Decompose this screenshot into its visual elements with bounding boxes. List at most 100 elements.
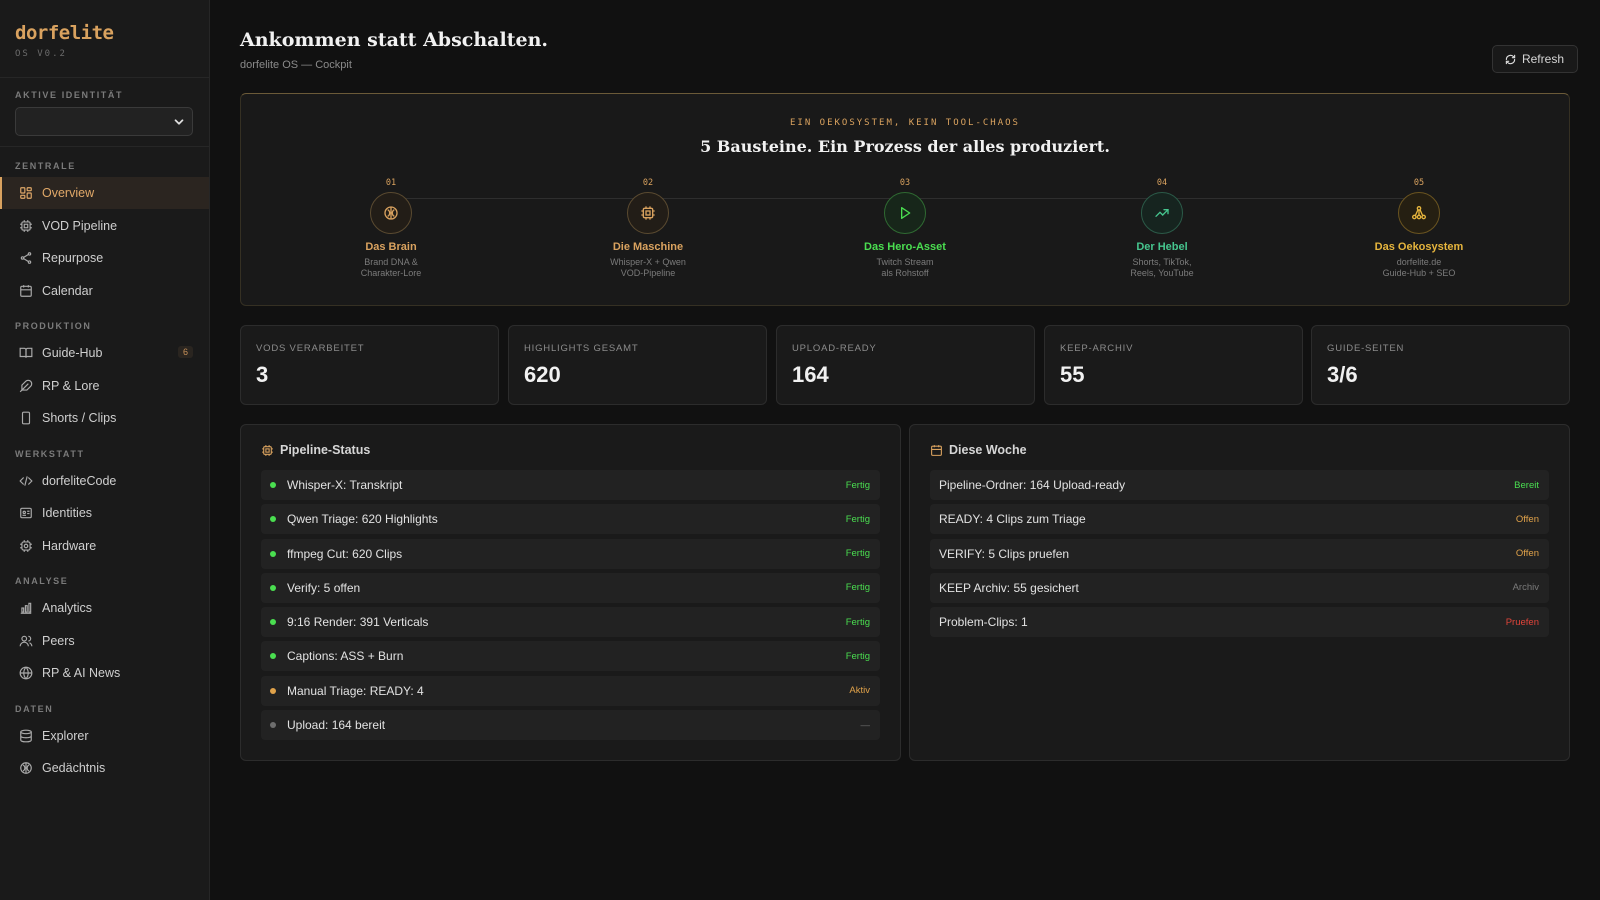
list-item-label: Problem-Clips: 1 (939, 615, 1028, 630)
trend-up-icon (1155, 209, 1169, 217)
list-item-label: KEEP Archiv: 55 gesichert (939, 580, 1079, 595)
grid-icon (20, 187, 32, 199)
status-badge: Archiv (1512, 582, 1539, 594)
list-item-label: Qwen Triage: 620 Highlights (287, 512, 438, 527)
share-icon (20, 252, 32, 264)
list-item: Pipeline-Ordner: 164 Upload-ready Bereit (930, 470, 1549, 500)
hero-step-brain: 01 Das Brain Brand DNA & Charakter-Lore (301, 178, 481, 279)
sidebar-item-shorts-clips[interactable]: Shorts / Clips (0, 402, 209, 434)
main-content: Ankommen statt Abschalten. dorfelite OS … (210, 0, 1600, 900)
stat-label: HIGHLIGHTS GESAMT (524, 343, 639, 354)
chevron-down-icon (174, 119, 184, 125)
pipeline-rows: Whisper-X: Transkript Fertig Qwen Triage: … (261, 470, 880, 744)
book-icon (19, 347, 33, 358)
sidebar-item-guide-hub[interactable]: Guide-Hub 6 (0, 337, 209, 369)
nav-section-zentrale: ZENTRALE Overview VOD Pipeline Repurpose… (0, 147, 209, 307)
week-rows: Pipeline-Ordner: 164 Upload-ready Bereit R… (930, 470, 1549, 641)
sidebar-item-vod-pipeline[interactable]: VOD Pipeline (0, 210, 209, 242)
stat-card-upload-ready: UPLOAD-READY 164 (776, 325, 1035, 405)
stat-value: 3/6 (1327, 362, 1358, 387)
list-item: KEEP Archiv: 55 gesichert Archiv (930, 572, 1549, 603)
bar-chart-icon (20, 602, 32, 614)
list-item: Problem-Clips: 1 Pruefen (930, 607, 1549, 638)
step-circle (884, 192, 926, 234)
step-desc: Shorts, TikTok, Reels, YouTube (1130, 257, 1194, 278)
diese-woche-panel: Diese Woche Pipeline-Ordner: 164 Upload-… (909, 424, 1570, 761)
sidebar-item-peers[interactable]: Peers (0, 625, 209, 657)
sidebar-item-repurpose[interactable]: Repurpose (0, 242, 209, 274)
nav-section-label: ANALYSE (15, 576, 69, 586)
sidebar-item-label: Gedächtnis (42, 761, 106, 775)
sidebar-item-analytics[interactable]: Analytics (0, 592, 209, 624)
sidebar-item-overview[interactable]: Overview (0, 177, 209, 209)
calendar-icon (931, 444, 942, 456)
sidebar-item-hardware[interactable]: Hardware (0, 530, 209, 562)
list-item: Upload: 164 bereit — (261, 710, 880, 741)
brand-name: dorfelite (15, 22, 114, 44)
database-icon (20, 729, 32, 742)
stat-card-keep-archiv: KEEP-ARCHIV 55 (1044, 325, 1303, 405)
sidebar-item-rp-ai-news[interactable]: RP & AI News (0, 657, 209, 689)
sidebar-item-label: RP & AI News (42, 666, 121, 680)
play-icon (901, 207, 911, 219)
step-number: 01 (385, 178, 397, 188)
step-name: Der Hebel (1136, 241, 1188, 253)
sidebar-item-calendar[interactable]: Calendar (0, 275, 209, 307)
brain-icon (20, 762, 32, 774)
sidebar-item-label: dorfeliteCode (42, 473, 117, 488)
nav-section-label: WERKSTATT (15, 448, 85, 459)
code-icon (19, 475, 33, 486)
list-item-label: VERIFY: 5 Clips pruefen (939, 546, 1070, 561)
list-item: Verify: 5 offen Fertig (261, 572, 880, 603)
list-item: 9:16 Render: 391 Verticals Fertig (261, 607, 880, 638)
brand-version: OS V0.2 (15, 49, 67, 59)
sidebar-item-identities[interactable]: Identities (0, 497, 209, 529)
sidebar-item-dorfelitecode[interactable]: dorfeliteCode (0, 465, 209, 497)
sidebar-item-label: Explorer (42, 728, 89, 743)
status-badge: Offen (1515, 513, 1539, 525)
stat-value: 3 (256, 362, 269, 387)
sidebar-item-rp-lore[interactable]: RP & Lore (0, 370, 209, 402)
sidebar-item-label: Analytics (42, 601, 93, 615)
status-dot (270, 619, 276, 626)
step-name: Die Maschine (612, 241, 684, 253)
hero-panel: EIN OEKOSYSTEM, KEIN TOOL-CHAOS 5 Bauste… (240, 93, 1570, 306)
sidebar-item-label: VOD Pipeline (42, 218, 118, 233)
nav-section-werkstatt: WERKSTATT dorfeliteCode Identities Hardw… (0, 435, 209, 562)
guide-hub-badge: 6 (177, 346, 193, 358)
stat-card-vods: VODS VERARBEITET 3 (240, 325, 499, 405)
hero-step-oekosystem: 05 Das Oekosystem dorfelite.de Guide-Hub … (1329, 178, 1509, 279)
network-icon (1412, 206, 1426, 220)
step-number: 05 (1413, 178, 1425, 188)
list-item-label: Whisper-X: Transkript (287, 478, 403, 492)
status-badge: Aktiv (849, 685, 870, 697)
list-item: VERIFY: 5 Clips pruefen Offen (930, 538, 1549, 569)
sidebar-item-label: Hardware (42, 538, 97, 553)
status-badge: Offen (1515, 548, 1539, 560)
sidebar-item-explorer[interactable]: Explorer (0, 720, 209, 752)
step-desc: dorfelite.de Guide-Hub + SEO (1382, 257, 1456, 278)
sidebar-item-label: Repurpose (42, 251, 104, 265)
feather-icon (19, 379, 33, 392)
refresh-button[interactable]: Refresh (1491, 45, 1578, 73)
status-dot (270, 516, 276, 523)
step-number: 04 (1156, 178, 1168, 188)
hero-kicker: EIN OEKOSYSTEM, KEIN TOOL-CHAOS (790, 118, 1020, 128)
step-circle (1141, 192, 1183, 234)
step-circle (370, 192, 412, 234)
stat-value: 620 (524, 362, 561, 387)
status-dot (270, 584, 276, 591)
stat-value: 164 (792, 362, 829, 387)
status-badge: Fertig (845, 582, 870, 594)
status-dot (270, 722, 276, 729)
sidebar-item-gedaechtnis[interactable]: Gedächtnis (0, 752, 209, 784)
id-card-icon (20, 507, 32, 519)
status-dot (270, 687, 276, 694)
list-item: READY: 4 Clips zum Triage Offen (930, 504, 1549, 535)
brand: dorfelite OS V0.2 (0, 0, 209, 78)
step-number: 03 (899, 178, 911, 188)
hero-step-maschine: 02 Die Maschine Whisper-X + Qwen VOD-Pipe… (558, 178, 738, 279)
identity-select[interactable] (15, 107, 193, 136)
step-circle (627, 192, 669, 234)
status-badge: Fertig (845, 548, 870, 560)
